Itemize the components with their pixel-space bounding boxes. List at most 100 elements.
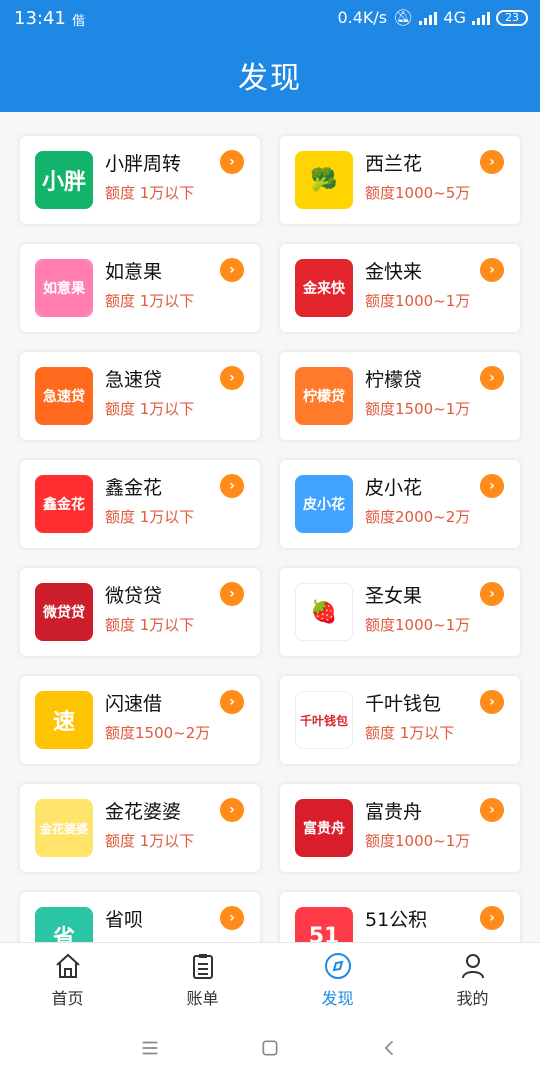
home-icon <box>55 953 80 978</box>
signal-icon <box>419 11 438 25</box>
tab-profile-label: 我的 <box>456 988 489 1008</box>
product-limit: 额度 1万以下 <box>105 292 195 310</box>
chevron-right-icon[interactable]: › <box>480 798 504 822</box>
app-header: 发现 <box>0 38 540 112</box>
product-limit: 额度1500~2万 <box>105 724 211 742</box>
chevron-right-icon[interactable]: › <box>480 474 504 498</box>
product-card[interactable]: 如意果 如意果 额度 1万以下 › <box>20 244 260 332</box>
product-limit: 额度 1万以下 <box>105 616 195 634</box>
chevron-right-icon[interactable]: › <box>480 258 504 282</box>
product-logo: 柠檬贷 <box>295 367 353 425</box>
product-name: 如意果 <box>105 261 163 283</box>
product-name: 小胖周转 <box>105 153 182 175</box>
chevron-right-icon[interactable]: › <box>220 690 244 714</box>
tab-home[interactable]: 首页 <box>0 943 135 1016</box>
product-limit: 额度 1万以下 <box>105 832 195 850</box>
chevron-right-icon[interactable]: › <box>480 366 504 390</box>
product-card[interactable]: 富贵舟 富贵舟 额度1000~1万 › <box>280 784 520 872</box>
product-limit: 额度 1万以下 <box>105 184 195 202</box>
tab-bill-label: 账单 <box>186 988 219 1008</box>
product-name: 51公积 <box>365 909 428 931</box>
product-card[interactable]: 皮小花 皮小花 额度2000~2万 › <box>280 460 520 548</box>
product-card[interactable]: 微贷贷 微贷贷 额度 1万以下 › <box>20 568 260 656</box>
chevron-right-icon[interactable]: › <box>480 582 504 606</box>
product-card[interactable]: 🍓 圣女果 额度1000~1万 › <box>280 568 520 656</box>
discover-content[interactable]: 小胖 小胖周转 额度 1万以下 › 🥦 西兰花 额度1000~5万 › 如意果 如意果 额度 1万以… <box>0 112 540 942</box>
status-right: 0.4K/s 🔕︎ 4G 23 <box>337 8 528 27</box>
product-name: 闪速借 <box>105 693 163 715</box>
chevron-right-icon[interactable]: › <box>220 582 244 606</box>
home-square-icon[interactable] <box>255 1033 285 1063</box>
tab-home-label: 首页 <box>51 988 84 1008</box>
product-card[interactable]: 金花婆婆 金花婆婆 额度 1万以下 › <box>20 784 260 872</box>
product-logo: 千叶钱包 <box>295 691 353 749</box>
product-card[interactable]: 急速贷 急速贷 额度 1万以下 › <box>20 352 260 440</box>
product-name: 微贷贷 <box>105 585 163 607</box>
battery-icon: 23 <box>496 9 528 26</box>
product-limit: 额度1000~5万 <box>365 184 471 202</box>
chevron-right-icon[interactable]: › <box>220 906 244 930</box>
product-card[interactable]: 省省呗 › <box>20 892 260 942</box>
chevron-right-icon[interactable]: › <box>480 150 504 174</box>
product-name: 金花婆婆 <box>105 801 182 823</box>
product-card[interactable]: 速闪速借额度1500~2万 › <box>20 676 260 764</box>
page-title: 发现 <box>238 61 302 96</box>
tab-discover-label: 发现 <box>321 988 354 1008</box>
product-logo: 急速贷 <box>35 367 93 425</box>
product-logo: 金花婆婆 <box>35 799 93 857</box>
tab-bill[interactable]: 账单 <box>135 943 270 1016</box>
product-limit: 额度1000~1万 <box>365 292 471 310</box>
product-logo: 如意果 <box>35 259 93 317</box>
chevron-right-icon[interactable]: › <box>220 798 244 822</box>
system-nav-bar <box>0 1016 540 1080</box>
network-speed: 0.4K/s <box>337 8 388 27</box>
tab-discover[interactable]: 发现 <box>270 943 405 1016</box>
product-limit: 额度 1万以下 <box>105 508 195 526</box>
bill-icon <box>192 953 213 979</box>
status-bar: 13:41 偕 0.4K/s 🔕︎ 4G 23 <box>0 0 540 38</box>
chevron-right-icon[interactable]: › <box>220 366 244 390</box>
product-grid: 小胖 小胖周转 额度 1万以下 › 🥦 西兰花 额度1000~5万 › 如意果 如意果 额度 1万以… <box>20 136 520 942</box>
product-name: 皮小花 <box>365 477 423 499</box>
product-card[interactable]: 柠檬贷 柠檬贷 额度1500~1万 › <box>280 352 520 440</box>
product-limit: 额度2000~2万 <box>365 508 471 526</box>
status-carrier: 偕 <box>72 14 86 29</box>
menu-icon[interactable] <box>135 1033 165 1063</box>
product-logo: 速 <box>35 691 93 749</box>
chevron-right-icon[interactable]: › <box>480 690 504 714</box>
product-name: 省呗 <box>105 909 144 931</box>
product-limit: 额度1000~1万 <box>365 616 471 634</box>
product-limit: 额度 1万以下 <box>105 400 195 418</box>
product-limit: 额度 1万以下 <box>365 724 455 742</box>
status-time: 13:41 <box>14 8 66 29</box>
product-name: 鑫金花 <box>105 477 163 499</box>
product-card[interactable]: 51 51公积 › <box>280 892 520 942</box>
product-logo: 鑫金花 <box>35 475 93 533</box>
discover-icon <box>324 952 351 979</box>
product-logo: 51 <box>295 907 353 942</box>
chevron-right-icon[interactable]: › <box>480 906 504 930</box>
product-card[interactable]: 金来快 金快来额度1000~1万 › <box>280 244 520 332</box>
product-name: 圣女果 <box>365 585 423 607</box>
chevron-right-icon[interactable]: › <box>220 150 244 174</box>
product-name: 柠檬贷 <box>365 369 423 391</box>
product-card[interactable]: 小胖 小胖周转 额度 1万以下 › <box>20 136 260 224</box>
product-logo: 省 <box>35 907 93 942</box>
product-card[interactable]: 🥦 西兰花 额度1000~5万 › <box>280 136 520 224</box>
product-name: 富贵舟 <box>365 801 423 823</box>
back-icon[interactable] <box>375 1033 405 1063</box>
product-card[interactable]: 千叶钱包 千叶钱包 额度 1万以下 › <box>280 676 520 764</box>
product-limit: 额度1500~1万 <box>365 400 471 418</box>
network-type: 4G <box>443 8 466 27</box>
product-card[interactable]: 鑫金花 鑫金花 额度 1万以下 › <box>20 460 260 548</box>
tab-bar: 首页 账单 发现 我的 <box>0 942 540 1016</box>
product-name: 金快来 <box>365 261 423 283</box>
chevron-right-icon[interactable]: › <box>220 474 244 498</box>
profile-icon <box>461 953 484 978</box>
product-name: 西兰花 <box>365 153 423 175</box>
tab-profile[interactable]: 我的 <box>405 943 540 1016</box>
chevron-right-icon[interactable]: › <box>220 258 244 282</box>
product-limit: 额度1000~1万 <box>365 832 471 850</box>
product-logo: 金来快 <box>295 259 353 317</box>
product-logo: 皮小花 <box>295 475 353 533</box>
